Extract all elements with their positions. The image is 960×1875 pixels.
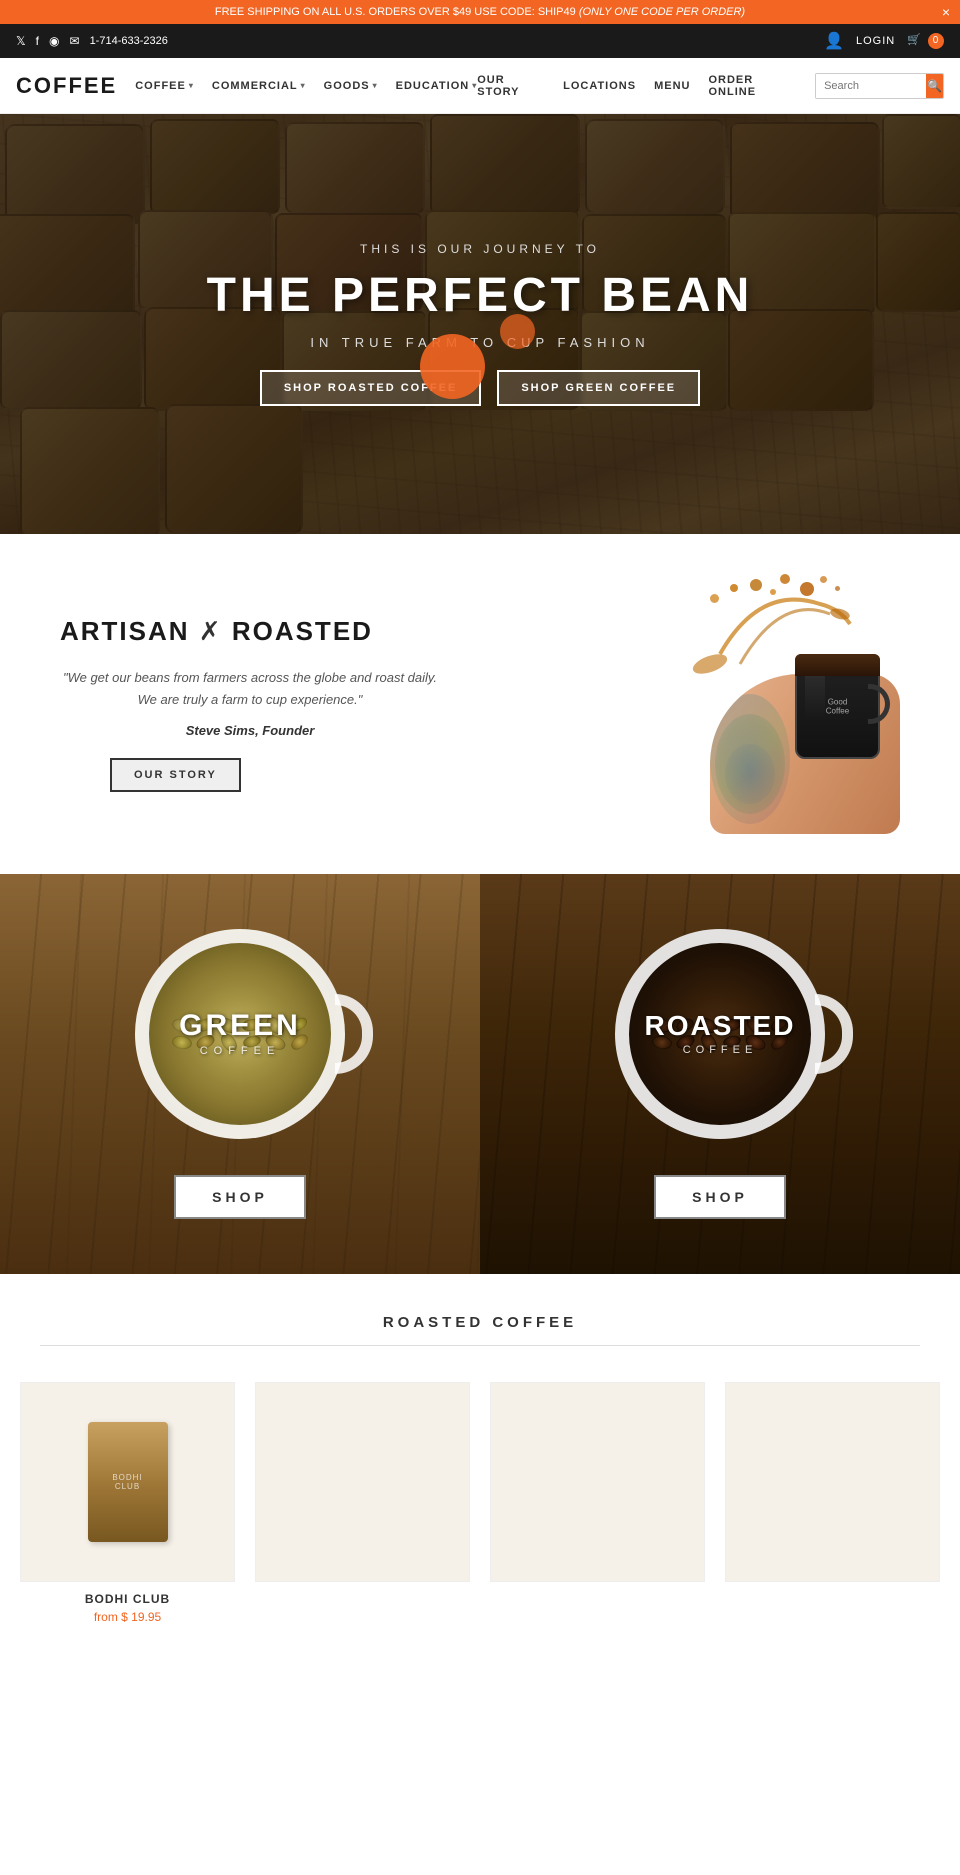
product-image: BODHICLUB xyxy=(20,1382,235,1582)
facebook-icon[interactable]: f xyxy=(36,34,39,48)
announcement-text: FREE SHIPPING ON ALL U.S. ORDERS OVER $4… xyxy=(215,6,576,18)
nav-menu[interactable]: MENU xyxy=(654,80,690,92)
hero-title: THE PERFECT BEAN xyxy=(207,268,754,323)
hero-tagline: IN TRUE FARM TO CUP FASHION xyxy=(310,335,649,350)
orange-circle xyxy=(420,334,485,399)
chevron-down-icon: ▾ xyxy=(301,81,306,90)
nav-our-story[interactable]: OUR STORY xyxy=(477,74,545,98)
nav-item-goods[interactable]: GOODS ▾ xyxy=(324,80,378,92)
roasted-coffee-section-products: ROASTED COFFEE BODHICLUB BODHI CLUB from… xyxy=(0,1274,960,1782)
artisan-heading: ARTISAN ✗ ROASTED xyxy=(60,616,440,647)
roasted-coffee-section: ROASTED COFFEE SHOP xyxy=(480,874,960,1274)
close-icon[interactable]: × xyxy=(942,4,950,20)
orange-circle-small xyxy=(500,314,535,349)
search-input[interactable] xyxy=(816,74,926,98)
nav-right: OUR STORY LOCATIONS MENU ORDER ONLINE 🔍 xyxy=(477,73,944,99)
announcement-highlight: (ONLY ONE CODE PER ORDER) xyxy=(579,6,745,18)
nav-left: COFFEE COFFEE ▾ COMMERCIAL ▾ GOODS ▾ EDU… xyxy=(16,73,477,99)
cart-count: 0 xyxy=(928,33,944,49)
artisan-founder: Steve Sims, Founder xyxy=(60,723,440,738)
product-price: from $ 19.95 xyxy=(20,1610,235,1624)
account-actions: 👤 LOGIN 🛒 0 xyxy=(824,31,944,51)
artisan-section: ARTISAN ✗ ROASTED "We get our beans from… xyxy=(0,534,960,874)
product-image-empty xyxy=(725,1382,940,1582)
artisan-text: ARTISAN ✗ ROASTED "We get our beans from… xyxy=(60,616,440,792)
artisan-quote: "We get our beans from farmers across th… xyxy=(60,667,440,711)
roasted-coffee-label-sub: COFFEE xyxy=(645,1044,796,1056)
site-logo[interactable]: COFFEE xyxy=(16,73,117,99)
instagram-icon[interactable]: ◉ xyxy=(49,34,59,48)
announcement-bar: FREE SHIPPING ON ALL U.S. ORDERS OVER $4… xyxy=(0,0,960,24)
x-mark: ✗ xyxy=(199,616,232,646)
product-card-empty-3 xyxy=(725,1382,940,1742)
nav-item-commercial[interactable]: COMMERCIAL ▾ xyxy=(212,80,306,92)
email-icon[interactable]: ✉ xyxy=(70,34,80,48)
product-image-empty xyxy=(490,1382,705,1582)
product-image-empty xyxy=(255,1382,470,1582)
nav-order-online[interactable]: ORDER ONLINE xyxy=(708,74,797,98)
user-icon: 👤 xyxy=(824,31,844,51)
products-banner: GREEN COFFEE SHOP xyxy=(0,874,960,1274)
hero-subtitle: THIS IS OUR JOURNEY TO xyxy=(360,242,600,256)
navbar: COFFEE COFFEE ▾ COMMERCIAL ▾ GOODS ▾ EDU… xyxy=(0,58,960,114)
roasted-section-title: ROASTED COFFEE xyxy=(20,1314,940,1346)
chevron-down-icon: ▾ xyxy=(373,81,378,90)
our-story-button[interactable]: OUR STORY xyxy=(110,758,241,792)
green-coffee-label-main: GREEN xyxy=(179,1011,301,1041)
nav-item-education[interactable]: EDUCATION ▾ xyxy=(396,80,478,92)
shop-green-banner-button[interactable]: SHOP xyxy=(174,1175,306,1219)
shop-roasted-banner-button[interactable]: SHOP xyxy=(654,1175,786,1219)
cart-button[interactable]: 🛒 0 xyxy=(907,33,944,49)
product-card-empty-2 xyxy=(490,1382,705,1742)
hero-section: THIS IS OUR JOURNEY TO THE PERFECT BEAN … xyxy=(0,114,960,534)
twitter-icon[interactable]: 𝕏 xyxy=(16,34,26,48)
shop-green-button[interactable]: SHOP GREEN COFFEE xyxy=(497,370,700,406)
hero-overlay: THIS IS OUR JOURNEY TO THE PERFECT BEAN … xyxy=(0,114,960,534)
green-coffee-section: GREEN COFFEE SHOP xyxy=(0,874,480,1274)
social-bar: 𝕏 f ◉ ✉ 1-714-633-2326 👤 LOGIN 🛒 0 xyxy=(0,24,960,58)
product-card-empty-1 xyxy=(255,1382,470,1742)
green-coffee-label-sub: COFFEE xyxy=(179,1045,301,1057)
product-card: BODHICLUB BODHI CLUB from $ 19.95 xyxy=(20,1382,235,1742)
chevron-down-icon: ▾ xyxy=(189,81,194,90)
products-grid: BODHICLUB BODHI CLUB from $ 19.95 xyxy=(20,1362,940,1762)
artisan-image: GoodCoffee xyxy=(440,594,900,814)
phone-number: 1-714-633-2326 xyxy=(90,35,168,47)
search-button[interactable]: 🔍 xyxy=(926,74,943,98)
nav-locations[interactable]: LOCATIONS xyxy=(563,80,636,92)
search-box[interactable]: 🔍 xyxy=(815,73,944,99)
social-links: 𝕏 f ◉ ✉ 1-714-633-2326 xyxy=(16,34,168,48)
roasted-coffee-label-main: ROASTED xyxy=(645,1012,796,1040)
product-name: BODHI CLUB xyxy=(20,1592,235,1606)
nav-item-coffee[interactable]: COFFEE ▾ xyxy=(135,80,194,92)
login-button[interactable]: LOGIN xyxy=(856,35,895,47)
